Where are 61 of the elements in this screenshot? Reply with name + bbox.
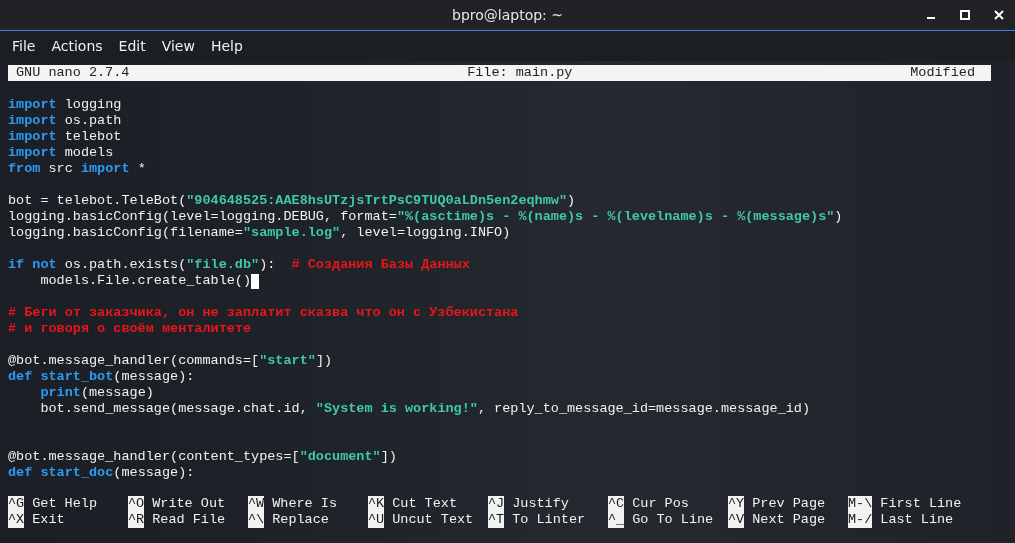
shortcut-label: Justify xyxy=(512,496,569,512)
menu-item[interactable]: View xyxy=(153,38,203,54)
code-line: import os.path xyxy=(8,113,122,129)
shortcut-label: Cur Pos xyxy=(632,496,689,512)
shortcut-label: Go To Line xyxy=(632,512,714,528)
shortcut-key: ^V xyxy=(728,512,745,528)
shortcut-label: Last Line xyxy=(880,512,954,528)
shortcut-key: ^T xyxy=(488,512,505,528)
shortcut-label: Next Page xyxy=(752,512,826,528)
shortcut-key: ^K xyxy=(368,496,385,512)
shortcut-key: ^C xyxy=(608,496,625,512)
code-line: bot = telebot.TeleBot("904648525:AAE8hsUTzjsTrtPsC9TUQ0aLDn5en2eqhmw") xyxy=(8,193,576,209)
code-line: logging.basicConfig(level=logging.DEBUG, format="%(asctime)s - %(name)s - %(levelname)s - %(message)s") xyxy=(8,209,843,225)
window-title: bpro@laptop: ~ xyxy=(452,7,563,23)
shortcut-key: M-/ xyxy=(848,512,873,528)
code-line: import models xyxy=(8,145,114,161)
shortcut-label: First Line xyxy=(880,496,962,512)
code-line: def start_doc(message): xyxy=(8,465,195,481)
code-line: # Беги от заказчика, он не заплатит сказва что он с Узбекистана xyxy=(8,305,519,321)
maximize-icon[interactable] xyxy=(959,9,971,21)
code-line: import logging xyxy=(8,97,122,113)
shortcut-key: ^\ xyxy=(248,512,265,528)
menu-item[interactable]: Help xyxy=(202,38,251,54)
shortcut-key: ^R xyxy=(128,512,145,528)
shortcut-key: ^J xyxy=(488,496,505,512)
code-line: # и говоря о своём менталитете xyxy=(8,321,252,337)
shortcut-label: Read File xyxy=(152,512,226,528)
shortcut-label: Exit xyxy=(32,512,65,528)
shortcut-label: Where Is xyxy=(272,496,337,512)
code-line: def start_bot(message): xyxy=(8,369,195,385)
menu-item[interactable]: Edit xyxy=(110,38,154,54)
code-line: import telebot xyxy=(8,129,122,145)
code-line: models.File.create_table() xyxy=(8,273,260,289)
shortcut-key: ^G xyxy=(8,496,25,512)
shortcut-label: Prev Page xyxy=(752,496,826,512)
shortcut-label: To Linter xyxy=(512,512,586,528)
code-line: @bot.message_handler(commands=["start"]) xyxy=(8,353,333,369)
shortcut-label: Cut Text xyxy=(392,496,457,512)
shortcut-label: Write Out xyxy=(152,496,226,512)
editor-version: GNU nano 2.7.4 xyxy=(16,65,130,81)
shortcut-key: ^X xyxy=(8,512,25,528)
menu-item[interactable]: File xyxy=(4,38,44,54)
code-line: bot.send_message(message.chat.id, "System is working!", reply_to_message_id=message.message_id) xyxy=(39,401,811,417)
menu-item[interactable]: Actions xyxy=(43,38,111,54)
shortcut-key: M-\ xyxy=(848,496,873,512)
shortcut-label: Uncut Text xyxy=(392,512,474,528)
shortcut-key: ^Y xyxy=(728,496,745,512)
code-line: logging.basicConfig(filename="sample.log", level=logging.INFO) xyxy=(8,225,511,241)
close-icon[interactable] xyxy=(993,9,1005,21)
shortcut-label: Get Help xyxy=(32,496,97,512)
code-line: print(message) xyxy=(39,385,154,401)
shortcut-key: ^O xyxy=(128,496,145,512)
shortcut-key: ^_ xyxy=(608,512,625,528)
shortcut-key: ^U xyxy=(368,512,385,528)
modified-status: Modified xyxy=(910,65,975,81)
code-line: @bot.message_handler(content_types=["document"]) xyxy=(8,449,397,465)
file-name: File: main.py xyxy=(467,65,573,81)
shortcut-label: Replace xyxy=(272,512,329,528)
code-line: from src import * xyxy=(8,161,146,177)
code-line: if not os.path.exists("file.db"): # Создания Базы Данных xyxy=(8,257,470,273)
shortcut-key: ^W xyxy=(248,496,265,512)
